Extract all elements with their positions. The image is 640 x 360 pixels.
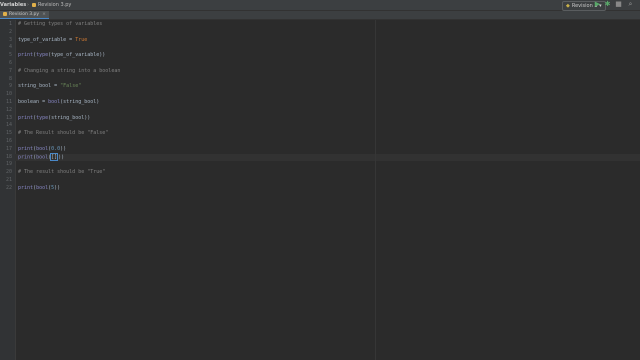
line-code: print(bool(5)) (18, 184, 61, 191)
project-name[interactable]: Variables (0, 2, 26, 8)
code-line[interactable]: 10 (0, 91, 640, 99)
line-number: 15 (5, 130, 12, 137)
line-number: 9 (8, 83, 12, 90)
code-line[interactable]: 4 (0, 44, 640, 52)
python-file-icon (3, 11, 7, 16)
code-line[interactable]: 1 # Getting types of variables (0, 21, 640, 29)
line-code: print(type(string_bool)) (18, 114, 91, 121)
line-number: 8 (8, 75, 12, 82)
line-code: print(bool(0.0)) (18, 145, 67, 152)
line-code: # The result should be "True" (18, 169, 106, 176)
stop-icon[interactable]: ■ (615, 1, 622, 8)
code-line[interactable]: 22 print(bool(5)) (0, 185, 640, 193)
line-code: string_bool = "False" (18, 83, 82, 90)
line-number: 4 (8, 44, 12, 51)
line-number: 12 (5, 106, 12, 113)
line-number: 7 (8, 67, 12, 74)
line-number: 6 (8, 60, 12, 66)
code-line[interactable]: 15 # The Result should be "False" (0, 130, 640, 138)
editor-tab-bar: Revision 3.py × (0, 11, 640, 20)
debug-icon[interactable]: ✱ (604, 1, 611, 8)
line-number: 5 (8, 52, 12, 59)
close-icon[interactable]: × (42, 12, 46, 17)
code-line[interactable]: 5 print(type(type_of_variable)) (0, 52, 640, 60)
line-number: 10 (5, 91, 12, 98)
run-icon[interactable]: ▶ (594, 1, 601, 8)
line-number: 22 (5, 184, 12, 191)
line-number: 16 (5, 138, 12, 144)
code-editor[interactable]: 1 # Getting types of variables 2 3 type_of_v… (0, 20, 640, 360)
line-number: 3 (8, 36, 12, 43)
breadcrumb-separator: › (27, 2, 29, 8)
line-code: # The Result should be "False" (18, 130, 109, 137)
line-code: print(type(type_of_variable)) (18, 52, 106, 59)
line-number: 11 (5, 99, 12, 105)
breadcrumb-file-label: Revision 3.py (38, 2, 72, 8)
code-line[interactable]: 19 (0, 161, 640, 169)
python-run-config-icon: ◆ (566, 3, 570, 9)
line-number: 13 (5, 114, 12, 121)
code-line[interactable]: 12 (0, 107, 640, 115)
line-number: 17 (5, 145, 12, 152)
code-line[interactable]: 8 (0, 76, 640, 84)
code-line[interactable]: 18 print(bool([])) (0, 153, 640, 162)
code-line[interactable]: 11 boolean = bool(string_bool) (0, 99, 640, 107)
code-line[interactable]: 20 # The result should be "True" (0, 169, 640, 177)
title-bar: Variables › Revision 3.py ◆ Revision 3 ▾ … (0, 0, 640, 11)
tab-revision-3[interactable]: Revision 3.py × (0, 11, 49, 19)
code-line[interactable]: 9 string_bool = "False" (0, 83, 640, 91)
code-line[interactable]: 7 # Changing a string into a boolean (0, 68, 640, 76)
search-icon[interactable]: ⌕ (627, 1, 634, 8)
code-line[interactable]: 2 (0, 29, 640, 37)
breadcrumb-file[interactable]: Revision 3.py (32, 2, 71, 8)
code-line[interactable]: 21 (0, 177, 640, 185)
python-file-icon (32, 2, 36, 7)
line-code: boolean = bool(string_bool) (18, 99, 100, 105)
line-code: type_of_variable = True (18, 36, 88, 43)
line-number: 14 (5, 122, 12, 129)
code-line[interactable]: 13 print(type(string_bool)) (0, 115, 640, 123)
line-code: # Getting types of variables (18, 21, 103, 27)
code-line[interactable]: 17 print(bool(0.0)) (0, 146, 640, 154)
tab-label: Revision 3.py (9, 12, 40, 17)
line-number: 18 (5, 153, 12, 160)
line-number: 20 (5, 169, 12, 176)
code-line[interactable]: 14 (0, 122, 640, 130)
line-number: 19 (5, 161, 12, 168)
line-number: 2 (8, 28, 12, 35)
code-line[interactable]: 3 type_of_variable = True (0, 37, 640, 45)
line-number: 21 (5, 177, 12, 183)
code-line[interactable]: 16 (0, 138, 640, 146)
line-number: 1 (8, 21, 12, 27)
line-code: # Changing a string into a boolean (18, 67, 121, 74)
code-line[interactable]: 6 (0, 60, 640, 68)
